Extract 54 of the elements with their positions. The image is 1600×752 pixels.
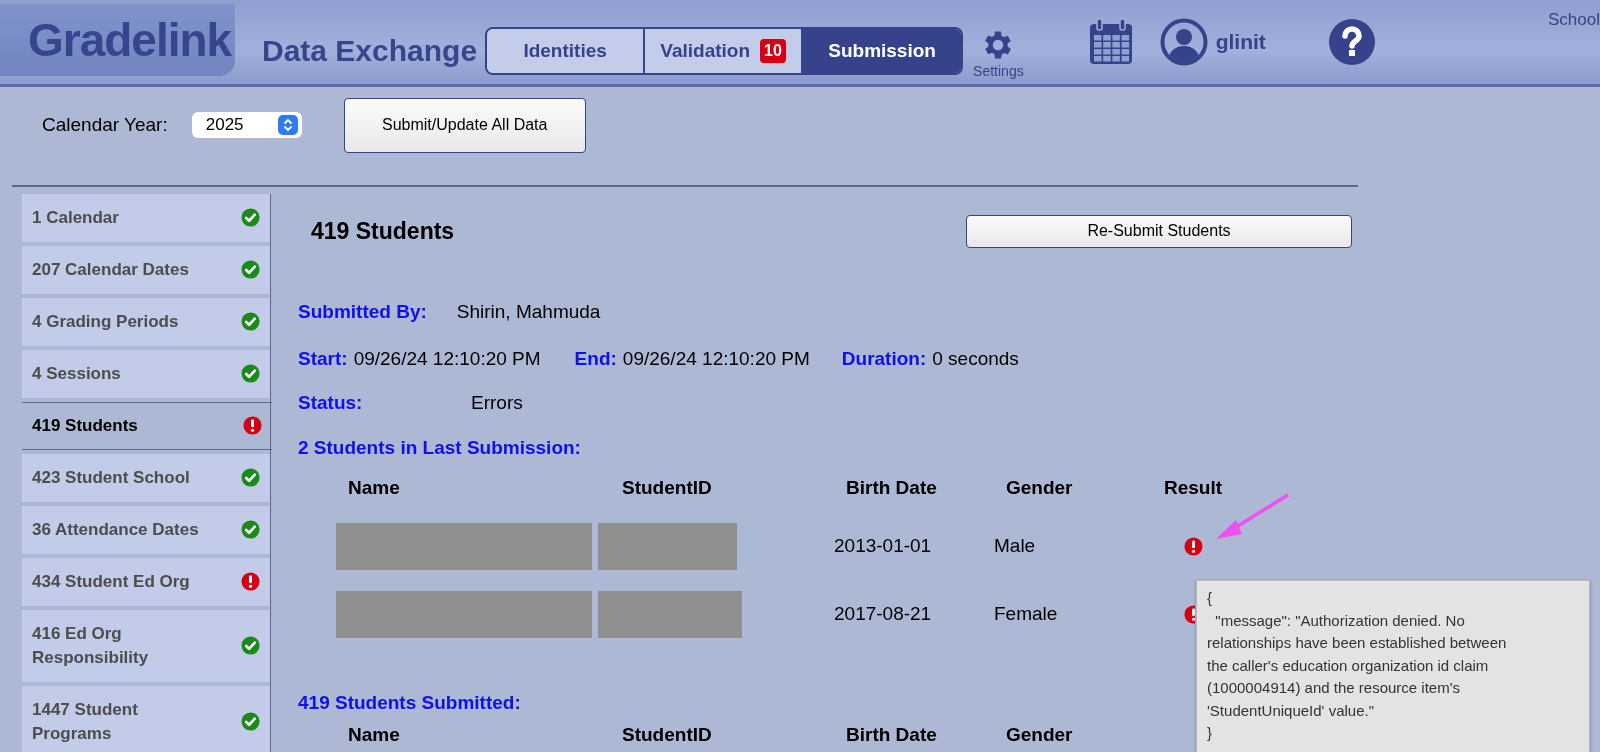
- field-label: Duration:: [841, 347, 927, 370]
- table-cell-text: 2017-08-21: [834, 603, 933, 625]
- field-label: End:: [574, 347, 617, 370]
- field-label: Submitted By:: [298, 300, 427, 323]
- count-badge: 10: [760, 39, 786, 63]
- field-value: 09/26/24 12:10:20 PM: [622, 347, 810, 370]
- field-label: Status:: [298, 391, 364, 414]
- sidebar-item[interactable]: 434 Student Ed Org: [22, 557, 270, 606]
- submit-all-button[interactable]: Submit/Update All Data: [343, 97, 586, 153]
- nav-tab[interactable]: Validation 10: [645, 29, 804, 73]
- user-icon[interactable]: [1159, 18, 1208, 66]
- stepper-icon: [277, 115, 298, 135]
- error-tooltip: { "message": "Authorization denied. No relationships have been established between the caller's education organization id claim (1000004914) and the resource item's 'StudentUniqueId' value." }: [1196, 580, 1590, 752]
- sidebar-item[interactable]: 36 Attendance Dates: [22, 505, 270, 554]
- section-heading: 419 Students Submitted:: [298, 691, 521, 714]
- column-header: StudentID: [621, 476, 713, 499]
- table-cell-text: Female: [994, 603, 1059, 625]
- column-header: Birth Date: [845, 476, 938, 499]
- column-header: Gender: [1005, 476, 1074, 499]
- calendar-icon[interactable]: [1087, 18, 1134, 66]
- sidebar-item[interactable]: 1 Calendar: [22, 193, 270, 242]
- sidebar-item[interactable]: 419 Students: [22, 401, 272, 450]
- year-label: Calendar Year:: [42, 114, 168, 136]
- logo: Gradelink: [0, 4, 235, 76]
- sidebar-item[interactable]: 207 Calendar Dates: [22, 245, 270, 294]
- field-value: Errors: [471, 391, 523, 414]
- resubmit-button[interactable]: Re-Submit Students: [966, 214, 1352, 248]
- field-label: Start:: [298, 347, 348, 370]
- column-header: Name: [347, 476, 401, 499]
- nav-tab[interactable]: Submission: [803, 29, 962, 73]
- sidebar-item[interactable]: 416 Ed Org Responsibility: [22, 609, 270, 682]
- column-header: Name: [347, 723, 401, 746]
- table-cell-text: 2013-01-01: [834, 535, 933, 557]
- section-heading: 2 Students in Last Submission:: [298, 436, 581, 459]
- column-header: Result: [1163, 476, 1224, 499]
- field-value: 0 seconds: [932, 347, 1019, 370]
- app-title: Data Exchange: [262, 34, 478, 68]
- column-header: StudentID: [621, 723, 713, 746]
- field-value: 09/26/24 12:10:20 PM: [353, 347, 541, 370]
- field-value: Shirin, Mahmuda: [456, 300, 601, 323]
- sidebar-item[interactable]: 423 Student School: [22, 453, 270, 502]
- sidebar-item[interactable]: 4 Grading Periods: [22, 297, 270, 346]
- year-select[interactable]: 2025: [191, 112, 302, 138]
- column-header: Gender: [1005, 723, 1074, 746]
- help-icon[interactable]: [1327, 18, 1376, 66]
- nav-tab[interactable]: Identities: [487, 29, 646, 73]
- section-title: 419 Students: [311, 217, 455, 245]
- username[interactable]: glinit: [1215, 30, 1266, 54]
- column-header: Birth Date: [845, 723, 938, 746]
- settings-button[interactable]: Settings: [973, 27, 1024, 79]
- table-cell-text: Male: [994, 535, 1037, 557]
- school-label: School: [1548, 10, 1600, 30]
- sidebar-item[interactable]: 4 Sessions: [22, 349, 270, 398]
- sidebar-item[interactable]: 1447 Student Programs: [22, 685, 270, 752]
